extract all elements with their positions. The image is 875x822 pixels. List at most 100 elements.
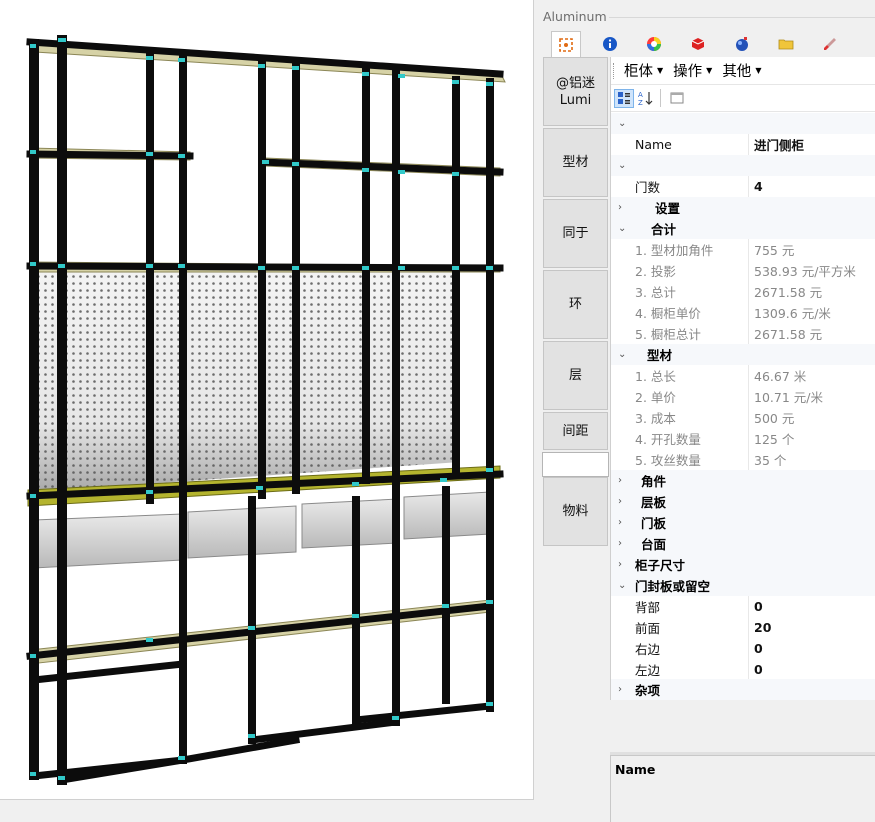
- property-row-profile-3[interactable]: 3. 成本 500 元: [611, 407, 875, 428]
- property-row-total-3[interactable]: 3. 总计 2671.58 元: [611, 281, 875, 302]
- panel-title-rule: [609, 17, 875, 18]
- prop-label: 3. 成本: [635, 411, 676, 426]
- property-row-profile-4[interactable]: 4. 开孔数量 125 个: [611, 428, 875, 449]
- chevron-right-icon: ›: [618, 684, 622, 695]
- svg-text:A: A: [638, 91, 643, 99]
- sort-alphabetical-icon[interactable]: AZ: [636, 89, 656, 108]
- color-wheel-icon[interactable]: [639, 31, 669, 57]
- property-row-profile-2[interactable]: 2. 单价 10.71 元/米: [611, 386, 875, 407]
- category-row-general[interactable]: ⌄: [611, 155, 875, 176]
- category-row-countertop[interactable]: › 台面: [611, 533, 875, 554]
- logo-line2: Lumi: [559, 92, 592, 108]
- category-row-corner-parts[interactable]: › 角件: [611, 470, 875, 491]
- property-row-total-5[interactable]: 5. 橱柜总计 2671.58 元: [611, 323, 875, 344]
- prop-value: 125 个: [754, 432, 795, 447]
- prop-label: 前面: [635, 621, 661, 636]
- globe-icon[interactable]: [727, 31, 757, 57]
- category-label: 台面: [641, 537, 667, 552]
- property-row-seal-back[interactable]: 背部 0: [611, 596, 875, 617]
- prop-label: 1. 型材加角件: [635, 243, 714, 258]
- info-icon[interactable]: [595, 31, 625, 57]
- chevron-right-icon: ›: [618, 202, 622, 213]
- property-row-profile-1[interactable]: 1. 总长 46.67 米: [611, 365, 875, 386]
- menu-bar: 柜体 ▼ 操作 ▼ 其他 ▼: [611, 57, 875, 85]
- prop-label: 门数: [635, 180, 661, 195]
- drawers: [33, 491, 491, 569]
- prop-value: 10.71 元/米: [754, 390, 823, 405]
- category-row-total[interactable]: ⌄ 合计: [611, 218, 875, 239]
- menu-operation-label: 操作: [673, 64, 703, 80]
- category-label: 门封板或留空: [635, 579, 711, 594]
- prop-value: 538.93 元/平方米: [754, 264, 856, 279]
- category-label: 合计: [651, 222, 677, 237]
- category-label: 角件: [641, 474, 667, 489]
- prop-label: 4. 开孔数量: [635, 432, 701, 447]
- prop-label: 右边: [635, 642, 661, 657]
- cabinet-model: [26, 35, 506, 785]
- prop-value: 35 个: [754, 453, 787, 468]
- prop-value: 1309.6 元/米: [754, 306, 831, 321]
- prop-label: 1. 总长: [635, 369, 676, 384]
- sidebar-button-spacing[interactable]: 间距: [543, 412, 608, 450]
- category-row-misc[interactable]: › 杂项: [611, 679, 875, 700]
- sidebar-button-same[interactable]: 同于: [543, 199, 608, 268]
- chevron-down-icon: ▼: [706, 66, 713, 75]
- prop-value: 46.67 米: [754, 369, 807, 384]
- prop-value: 4: [754, 179, 763, 194]
- property-row-total-4[interactable]: 4. 橱柜单价 1309.6 元/米: [611, 302, 875, 323]
- sidebar-button-ring[interactable]: 环: [543, 270, 608, 339]
- categorized-view-icon[interactable]: [614, 88, 634, 108]
- property-row-total-2[interactable]: 2. 投影 538.93 元/平方米: [611, 260, 875, 281]
- prop-value: 20: [754, 620, 772, 635]
- description-pane: Name: [610, 755, 875, 822]
- chevron-down-icon: ▼: [657, 66, 664, 75]
- menu-cabinet-label: 柜体: [624, 64, 653, 80]
- category-row-profile[interactable]: ⌄ 型材: [611, 344, 875, 365]
- property-pages-icon[interactable]: [667, 89, 687, 108]
- property-panel: Aluminum @铝迷 Lumi 型材 同于 环 层 间距 物料 柜体 ▼ 操…: [537, 0, 875, 822]
- menu-other[interactable]: 其他 ▼: [722, 60, 761, 81]
- property-row-door-count[interactable]: 门数 4: [611, 176, 875, 197]
- brush-icon[interactable]: [815, 31, 845, 57]
- sidebar-button-profile[interactable]: 型材: [543, 128, 608, 197]
- prop-value: 500 元: [754, 411, 795, 426]
- category-row-doors[interactable]: › 门板: [611, 512, 875, 533]
- property-row-seal-right[interactable]: 右边 0: [611, 638, 875, 659]
- prop-label: 3. 总计: [635, 285, 676, 300]
- sidebar-text-input[interactable]: [542, 452, 609, 477]
- sidebar-button-material[interactable]: 物料: [543, 477, 608, 546]
- shape-tool-icon[interactable]: [551, 31, 581, 57]
- menu-other-label: 其他: [722, 64, 752, 80]
- menu-cabinet[interactable]: 柜体 ▼: [624, 60, 663, 81]
- sidebar-button-layer[interactable]: 层: [543, 341, 608, 410]
- menu-grip: [613, 62, 616, 79]
- 3d-viewport[interactable]: [0, 0, 534, 800]
- prop-value: 2671.58 元: [754, 327, 823, 342]
- property-row-profile-5[interactable]: 5. 攻丝数量 35 个: [611, 449, 875, 470]
- category-row-door-seal[interactable]: ⌄ 门封板或留空: [611, 575, 875, 596]
- property-row-seal-front[interactable]: 前面 20: [611, 617, 875, 638]
- prop-label: Name: [635, 137, 672, 152]
- chevron-down-icon: ⌄: [618, 160, 627, 171]
- material-box-icon[interactable]: [683, 31, 713, 57]
- chevron-down-icon: ⌄: [618, 580, 627, 591]
- category-row-shelves[interactable]: › 层板: [611, 491, 875, 512]
- chevron-right-icon: ›: [618, 559, 622, 570]
- folder-icon[interactable]: [771, 31, 801, 57]
- property-row-seal-left[interactable]: 左边 0: [611, 659, 875, 680]
- category-row-root[interactable]: ⌄: [611, 113, 875, 134]
- menu-operation[interactable]: 操作 ▼: [673, 60, 712, 81]
- prop-value: 2671.58 元: [754, 285, 823, 300]
- category-label: 门板: [641, 516, 667, 531]
- prop-label: 2. 投影: [635, 264, 676, 279]
- lumi-logo-button[interactable]: @铝迷 Lumi: [543, 57, 608, 126]
- property-row-name[interactable]: Name 进门侧柜: [611, 134, 875, 155]
- svg-text:Z: Z: [638, 99, 643, 106]
- property-row-total-1[interactable]: 1. 型材加角件 755 元: [611, 239, 875, 260]
- category-row-settings[interactable]: › 设置: [611, 197, 875, 218]
- panel-title: Aluminum: [543, 9, 607, 24]
- prop-label: 5. 攻丝数量: [635, 453, 701, 468]
- prop-value: 0: [754, 662, 763, 677]
- chevron-down-icon: ⌄: [618, 223, 627, 234]
- category-row-cabinet-size[interactable]: › 柜子尺寸: [611, 554, 875, 575]
